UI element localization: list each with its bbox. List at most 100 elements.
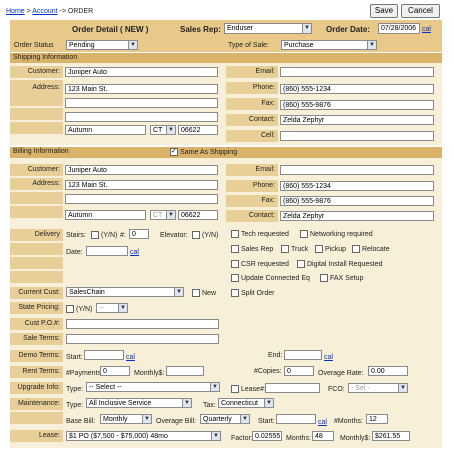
order-date-cal-link[interactable]: cal	[422, 25, 431, 34]
delivery-label: Delivery	[10, 229, 63, 241]
shipping-address3-input[interactable]	[65, 112, 218, 122]
lease-number-input[interactable]	[265, 383, 320, 393]
billing-address1-input[interactable]: 123 Main St.	[65, 180, 218, 190]
lease-select[interactable]: $1 PO ($7,500 - $75,000) 48mo ▼	[66, 431, 221, 441]
lease-number-checkbox[interactable]	[231, 385, 239, 393]
tech-requested-checkbox[interactable]	[231, 230, 239, 238]
base-bill-select[interactable]: Monthly ▼	[100, 414, 152, 424]
lease-monthly-input[interactable]: $261.55	[372, 431, 410, 441]
state-pricing-select[interactable]: -- ▼	[96, 303, 128, 313]
shipping-contact-input[interactable]: Zelda Zephyr	[280, 115, 434, 125]
billing-state-select[interactable]: CT ▼	[150, 210, 176, 220]
type-of-sale-select[interactable]: Purchase ▼	[281, 40, 377, 50]
base-bill-label: Base Bill:	[66, 418, 96, 425]
stairs-checkbox[interactable]	[91, 231, 99, 239]
new-cust-checkbox[interactable]	[192, 289, 200, 297]
shipping-phone-input[interactable]: (860) 555-1234	[280, 84, 434, 94]
state-pricing-label: State Pricing:	[10, 302, 63, 314]
same-as-shipping-checkbox[interactable]	[170, 147, 178, 156]
truck-label: Truck	[291, 246, 309, 253]
billing-address2-input[interactable]	[65, 194, 218, 204]
chevron-down-icon: ▼	[174, 288, 183, 296]
label-spacer	[10, 206, 63, 218]
digital-install-checkbox[interactable]	[297, 260, 305, 268]
networking-required-checkbox[interactable]	[300, 230, 308, 238]
shipping-cell-input[interactable]	[280, 131, 434, 141]
maintenance-label: Maintenance:	[10, 398, 63, 410]
shipping-fax-input[interactable]: (860) 555-9876	[280, 100, 434, 110]
breadcrumb-home-link[interactable]: Home	[6, 8, 25, 15]
demo-start-input[interactable]	[84, 350, 124, 360]
rent-terms-label: Rent Terms:	[10, 366, 63, 378]
cancel-button[interactable]: Cancel	[401, 4, 440, 18]
upgrade-info-label: Upgrade Info:	[10, 382, 63, 394]
current-cust-label: Current Cust:	[10, 287, 63, 299]
demo-end-cal-link[interactable]: cal	[324, 353, 333, 362]
lease-factor-input[interactable]: 0.02555	[252, 431, 282, 441]
current-cust-select[interactable]: SalesChain ▼	[66, 287, 184, 297]
new-cust-label: New	[202, 290, 217, 297]
state-pricing-checkbox[interactable]	[66, 305, 74, 313]
maintenance-start-cal-link[interactable]: cal	[318, 418, 327, 427]
maintenance-months-input[interactable]: 12	[366, 414, 388, 424]
billing-zip-input[interactable]: 06622	[178, 210, 218, 220]
overage-bill-label: Overage Bill:	[156, 418, 197, 425]
shipping-email-input[interactable]	[280, 67, 434, 77]
split-order-checkbox[interactable]	[231, 289, 239, 297]
shipping-city-input[interactable]: Autumn	[65, 125, 146, 135]
stairs-num-input[interactable]: 0	[129, 229, 149, 239]
rent-monthly-label: Monthly$:	[134, 370, 165, 377]
billing-fax-input[interactable]: (860) 555-9876	[280, 196, 434, 206]
fco-select[interactable]: - Sel - ▼	[348, 383, 408, 393]
order-status-select[interactable]: Pending ▼	[66, 40, 138, 50]
billing-email-input[interactable]	[280, 165, 434, 175]
overage-bill-select[interactable]: Quarterly ▼	[200, 414, 250, 424]
order-date-input[interactable]: 07/28/2006	[378, 23, 420, 34]
lease-label: Lease:	[10, 430, 63, 442]
rent-payments-input[interactable]: 0	[100, 366, 130, 376]
rent-copies-input[interactable]: 0	[284, 366, 314, 376]
upgrade-type-select[interactable]: -- Select -- ▼	[86, 382, 220, 392]
csr-requested-checkbox[interactable]	[231, 260, 239, 268]
shipping-section-header: Shipping Information	[10, 53, 442, 63]
shipping-address1-input[interactable]: 123 Main St.	[65, 84, 218, 94]
maintenance-type-select[interactable]: All Inclusive Service ▼	[86, 398, 192, 408]
maintenance-start-input[interactable]	[276, 414, 316, 424]
cust-po-input[interactable]	[66, 319, 219, 329]
lease-months-input[interactable]: 48	[312, 431, 334, 441]
delivery-date-cal-link[interactable]: cal	[130, 248, 139, 257]
shipping-address2-input[interactable]	[65, 98, 218, 108]
rent-monthly-input[interactable]	[166, 366, 204, 376]
tax-select[interactable]: Connecticut ▼	[218, 398, 274, 408]
save-button[interactable]: Save	[370, 4, 398, 18]
sales-rep-select[interactable]: Enduser ▼	[224, 23, 312, 34]
demo-end-input[interactable]	[284, 350, 322, 360]
demo-start-label: Start:	[66, 354, 83, 361]
overage-rate-input[interactable]: 0.00	[368, 366, 408, 376]
relocate-checkbox[interactable]	[352, 245, 360, 253]
shipping-customer-input[interactable]: Juniper Auto	[65, 67, 218, 77]
delivery-date-input[interactable]	[86, 246, 128, 256]
update-connected-eq-checkbox[interactable]	[231, 274, 239, 282]
shipping-state-select[interactable]: CT ▼	[150, 125, 176, 135]
elevator-checkbox[interactable]	[192, 231, 200, 239]
lease-months-label: Months:	[286, 435, 311, 442]
shipping-cell-label: Cell:	[226, 130, 278, 142]
breadcrumb-account-link[interactable]: Account	[32, 8, 57, 15]
label-spacer	[10, 412, 63, 424]
sales-rep-value: Enduser	[227, 25, 254, 32]
demo-start-cal-link[interactable]: cal	[126, 353, 135, 362]
sales-rep-checkbox[interactable]	[231, 245, 239, 253]
billing-contact-input[interactable]: Zelda Zephyr	[280, 211, 434, 221]
type-of-sale-label: Type of Sale:	[228, 42, 269, 49]
truck-checkbox[interactable]	[281, 245, 289, 253]
type-of-sale-value: Purchase	[284, 42, 314, 49]
shipping-zip-input[interactable]: 06622	[178, 125, 218, 135]
fax-setup-checkbox[interactable]	[320, 274, 328, 282]
pickup-checkbox[interactable]	[315, 245, 323, 253]
billing-city-input[interactable]: Autumn	[65, 210, 146, 220]
sale-terms-input[interactable]	[66, 334, 219, 344]
billing-customer-input[interactable]: Juniper Auto	[65, 165, 218, 175]
breadcrumb: Home > Account -> ORDER	[6, 7, 93, 16]
billing-phone-input[interactable]: (860) 555-1234	[280, 181, 434, 191]
